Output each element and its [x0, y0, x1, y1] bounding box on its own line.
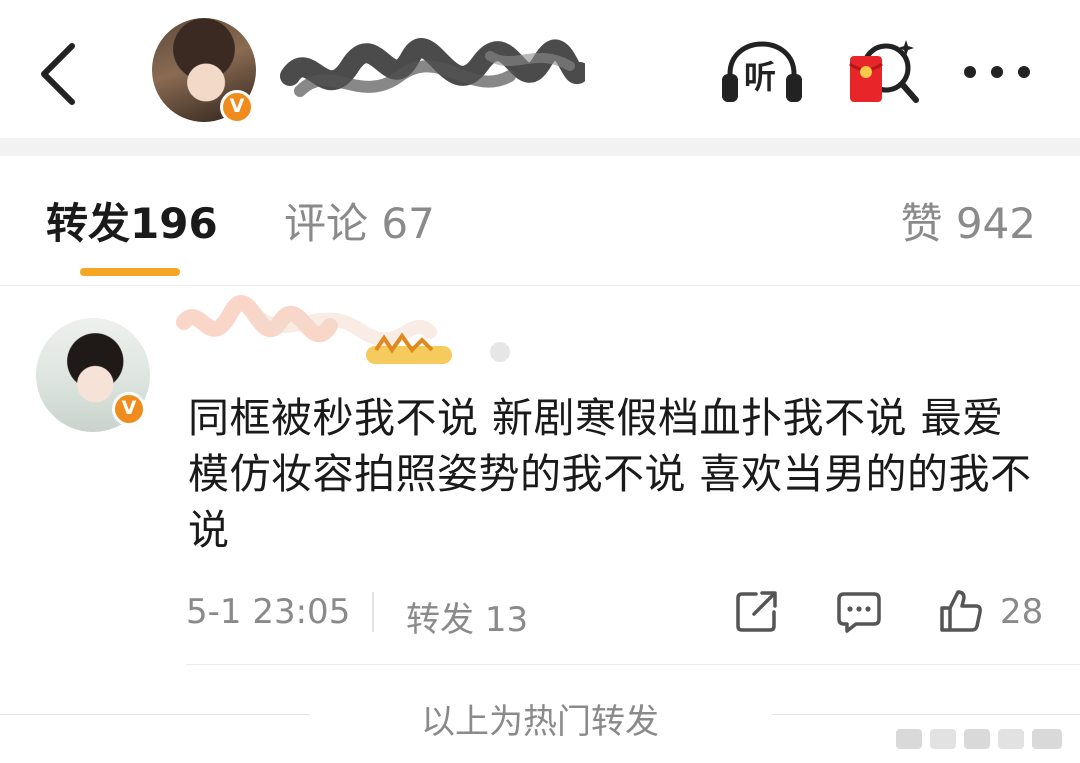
tab-reposts-count: 196 — [130, 199, 218, 248]
chevron-left-icon — [41, 43, 75, 105]
comment-icon — [837, 592, 881, 633]
red-envelope-search-icon — [849, 40, 919, 103]
more-dots-icon — [964, 66, 1030, 78]
more-button[interactable] — [960, 52, 1034, 92]
section-divider — [0, 138, 1080, 156]
repost-time: 5-1 23:05 — [186, 592, 351, 632]
listen-button[interactable]: 听 — [718, 38, 806, 106]
like-button[interactable]: 28 — [938, 588, 1046, 634]
footer-line-right — [772, 714, 1080, 715]
repost-count-label: 转发 — [406, 600, 474, 640]
tab-comments-label: 评论 — [284, 199, 369, 248]
repost-count-value: 13 — [484, 600, 529, 640]
verified-badge: V — [220, 90, 254, 124]
watermark-logo — [896, 729, 1062, 749]
redacted-username — [280, 38, 585, 97]
tab-comments-count: 67 — [381, 199, 435, 248]
tab-comments[interactable]: 评论 67 — [284, 196, 435, 252]
like-count: 28 — [1000, 592, 1044, 632]
redacted-reposter-name — [176, 295, 510, 364]
share-button[interactable] — [734, 588, 780, 634]
share-icon — [736, 591, 777, 632]
interaction-tabs: 转发196 评论 67 赞 942 — [0, 156, 1080, 286]
item-divider — [186, 664, 1080, 665]
back-button[interactable] — [30, 38, 90, 108]
active-tab-indicator — [80, 268, 180, 276]
tab-likes-count: 942 — [955, 199, 1036, 248]
tab-reposts-label: 转发 — [46, 199, 131, 248]
comment-button[interactable] — [836, 590, 882, 634]
meta-separator — [372, 592, 374, 632]
listen-label: 听 — [744, 58, 777, 96]
repost-meta-bar: 5-1 23:05 转发 13 28 — [186, 588, 1046, 641]
repost-text: 同框被秒我不说 新剧寒假档血扑我不说 最爱模仿妆容拍照姿势的我不说 喜欢当男的的… — [188, 394, 1032, 554]
thumbs-up-icon — [940, 590, 982, 632]
tab-reposts[interactable]: 转发196 — [46, 196, 218, 252]
tab-likes[interactable]: 赞 942 — [900, 196, 1036, 252]
top-bar: V 听 — [0, 0, 1080, 138]
red-envelope-search-button[interactable] — [846, 34, 922, 110]
tab-likes-label: 赞 — [900, 199, 943, 248]
repost-count-link[interactable]: 转发 13 — [406, 592, 528, 641]
verified-badge: V — [112, 392, 146, 426]
